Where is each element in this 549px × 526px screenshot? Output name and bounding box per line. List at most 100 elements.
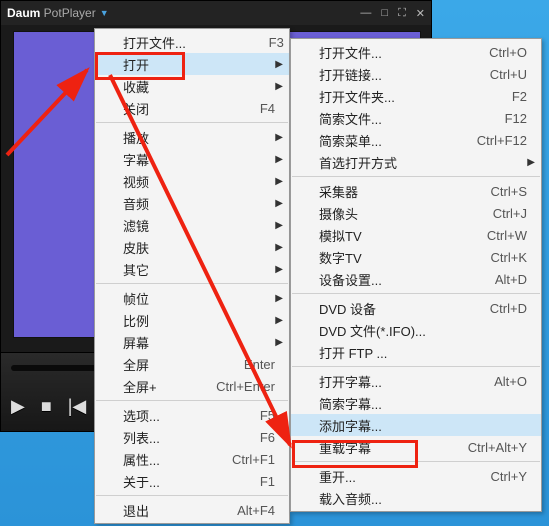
open-menu-item-7[interactable]: 采集器Ctrl+S (291, 180, 541, 202)
menu-item-shortcut: Ctrl+Enter (216, 379, 275, 394)
menu-item-label: 模拟TV (319, 226, 469, 245)
main-menu-item-16[interactable]: 全屏Enter (95, 353, 289, 375)
open-menu-item-5[interactable]: 首选打开方式▶ (291, 151, 541, 173)
menu-item-label: 打开文件夹... (319, 87, 469, 106)
submenu-arrow-icon: ▶ (275, 176, 283, 187)
main-menu-item-10[interactable]: 皮肤▶ (95, 236, 289, 258)
main-menu-item-2[interactable]: 收藏▶ (95, 75, 289, 97)
open-menu-item-10[interactable]: 数字TVCtrl+K (291, 246, 541, 268)
open-menu-item-19[interactable]: 添加字幕... (291, 414, 541, 436)
open-menu-item-17[interactable]: 打开字幕...Alt+O (291, 370, 541, 392)
main-menu-item-5[interactable]: 播放▶ (95, 126, 289, 148)
menu-item-shortcut: F6 (217, 430, 275, 445)
menu-item-shortcut: Ctrl+Alt+Y (468, 440, 527, 455)
main-menu-item-15[interactable]: 屏幕▶ (95, 331, 289, 353)
main-menu-item-8[interactable]: 音频▶ (95, 192, 289, 214)
maximize-button[interactable]: □ (381, 7, 388, 20)
main-menu-item-3[interactable]: 关闭F4 (95, 97, 289, 119)
menu-item-label: 采集器 (319, 182, 469, 201)
window-buttons: — □ ⛶ ✕ (360, 7, 425, 20)
open-menu-item-11[interactable]: 设备设置...Alt+D (291, 268, 541, 290)
close-button[interactable]: ✕ (416, 7, 425, 20)
menu-item-label: DVD 文件(*.IFO)... (319, 321, 527, 340)
submenu-arrow-icon: ▶ (275, 81, 283, 92)
menu-item-label: 载入音频... (319, 489, 527, 508)
menu-item-label: 字幕 (123, 150, 275, 169)
main-menu-item-0[interactable]: 打开文件...F3 (95, 31, 289, 53)
menu-item-label: 打开 FTP ... (319, 343, 527, 362)
main-menu-item-7[interactable]: 视频▶ (95, 170, 289, 192)
menu-item-shortcut: Enter (217, 357, 275, 372)
menu-item-shortcut: Ctrl+S (469, 184, 527, 199)
main-menu-item-6[interactable]: 字幕▶ (95, 148, 289, 170)
minimize-button[interactable]: — (360, 7, 371, 20)
open-menu-item-4[interactable]: 简索菜单...Ctrl+F12 (291, 129, 541, 151)
dropdown-icon[interactable]: ▼ (100, 8, 109, 18)
menu-item-label: 关闭 (123, 99, 217, 118)
open-menu-item-2[interactable]: 打开文件夹...F2 (291, 85, 541, 107)
main-menu-item-19[interactable]: 选项...F5 (95, 404, 289, 426)
menu-item-label: 简索文件... (319, 109, 469, 128)
open-menu-item-14[interactable]: DVD 文件(*.IFO)... (291, 319, 541, 341)
menu-item-label: 全屏+ (123, 377, 216, 396)
main-menu-item-17[interactable]: 全屏+Ctrl+Enter (95, 375, 289, 397)
menu-item-label: 播放 (123, 128, 275, 147)
menu-item-shortcut: Ctrl+Y (469, 469, 527, 484)
stop-button[interactable]: ■ (41, 396, 52, 417)
menu-item-label: 选项... (123, 406, 217, 425)
app-title: Daum PotPlayer (7, 6, 96, 20)
submenu-arrow-icon: ▶ (275, 293, 283, 304)
menu-item-label: 添加字幕... (319, 416, 527, 435)
menu-item-label: 简索菜单... (319, 131, 469, 150)
main-menu-item-11[interactable]: 其它▶ (95, 258, 289, 280)
open-menu-item-3[interactable]: 简索文件...F12 (291, 107, 541, 129)
open-menu-item-9[interactable]: 模拟TVCtrl+W (291, 224, 541, 246)
fullscreen-button[interactable]: ⛶ (398, 7, 406, 20)
menu-item-label: 首选打开方式 (319, 153, 527, 172)
main-menu-item-20[interactable]: 列表...F6 (95, 426, 289, 448)
main-menu-item-14[interactable]: 比例▶ (95, 309, 289, 331)
open-menu-item-18[interactable]: 简索字幕... (291, 392, 541, 414)
menu-item-label: 摄像头 (319, 204, 469, 223)
menu-item-label: 设备设置... (319, 270, 469, 289)
main-menu-item-21[interactable]: 属性...Ctrl+F1 (95, 448, 289, 470)
menu-item-shortcut: F5 (217, 408, 275, 423)
submenu-arrow-icon: ▶ (275, 59, 283, 70)
menu-item-shortcut: Ctrl+O (469, 45, 527, 60)
menu-item-label: 收藏 (123, 77, 275, 96)
menu-item-shortcut: F2 (469, 89, 527, 104)
prev-button[interactable]: |◀ (68, 396, 87, 417)
submenu-arrow-icon: ▶ (527, 157, 535, 168)
menu-item-shortcut: Ctrl+K (469, 250, 527, 265)
menu-item-label: 重载字幕 (319, 438, 468, 457)
submenu-arrow-icon: ▶ (275, 154, 283, 165)
menu-item-label: 打开字幕... (319, 372, 469, 391)
submenu-arrow-icon: ▶ (275, 337, 283, 348)
menu-item-label: 全屏 (123, 355, 217, 374)
menu-item-label: 关于... (123, 472, 217, 491)
menu-item-label: 其它 (123, 260, 275, 279)
play-button[interactable]: ▶ (11, 396, 25, 417)
menu-item-shortcut: Alt+F4 (217, 503, 275, 518)
menu-item-shortcut: Ctrl+F1 (217, 452, 275, 467)
open-menu-item-8[interactable]: 摄像头Ctrl+J (291, 202, 541, 224)
submenu-arrow-icon: ▶ (275, 264, 283, 275)
open-menu-item-23[interactable]: 载入音频... (291, 487, 541, 509)
main-menu-item-22[interactable]: 关于...F1 (95, 470, 289, 492)
main-menu-item-1[interactable]: 打开▶ (95, 53, 289, 75)
open-menu-item-15[interactable]: 打开 FTP ... (291, 341, 541, 363)
open-menu-item-20[interactable]: 重载字幕Ctrl+Alt+Y (291, 436, 541, 458)
menu-item-shortcut: Alt+O (469, 374, 527, 389)
open-menu-item-22[interactable]: 重开...Ctrl+Y (291, 465, 541, 487)
main-menu-item-13[interactable]: 帧位▶ (95, 287, 289, 309)
open-menu-item-1[interactable]: 打开链接...Ctrl+U (291, 63, 541, 85)
open-menu-item-13[interactable]: DVD 设备Ctrl+D (291, 297, 541, 319)
submenu-arrow-icon: ▶ (275, 132, 283, 143)
menu-item-label: 列表... (123, 428, 217, 447)
main-menu-item-9[interactable]: 滤镜▶ (95, 214, 289, 236)
open-menu-item-0[interactable]: 打开文件...Ctrl+O (291, 41, 541, 63)
menu-item-label: DVD 设备 (319, 299, 469, 318)
submenu-arrow-icon: ▶ (275, 242, 283, 253)
main-menu-item-24[interactable]: 退出Alt+F4 (95, 499, 289, 521)
submenu-arrow-icon: ▶ (275, 198, 283, 209)
